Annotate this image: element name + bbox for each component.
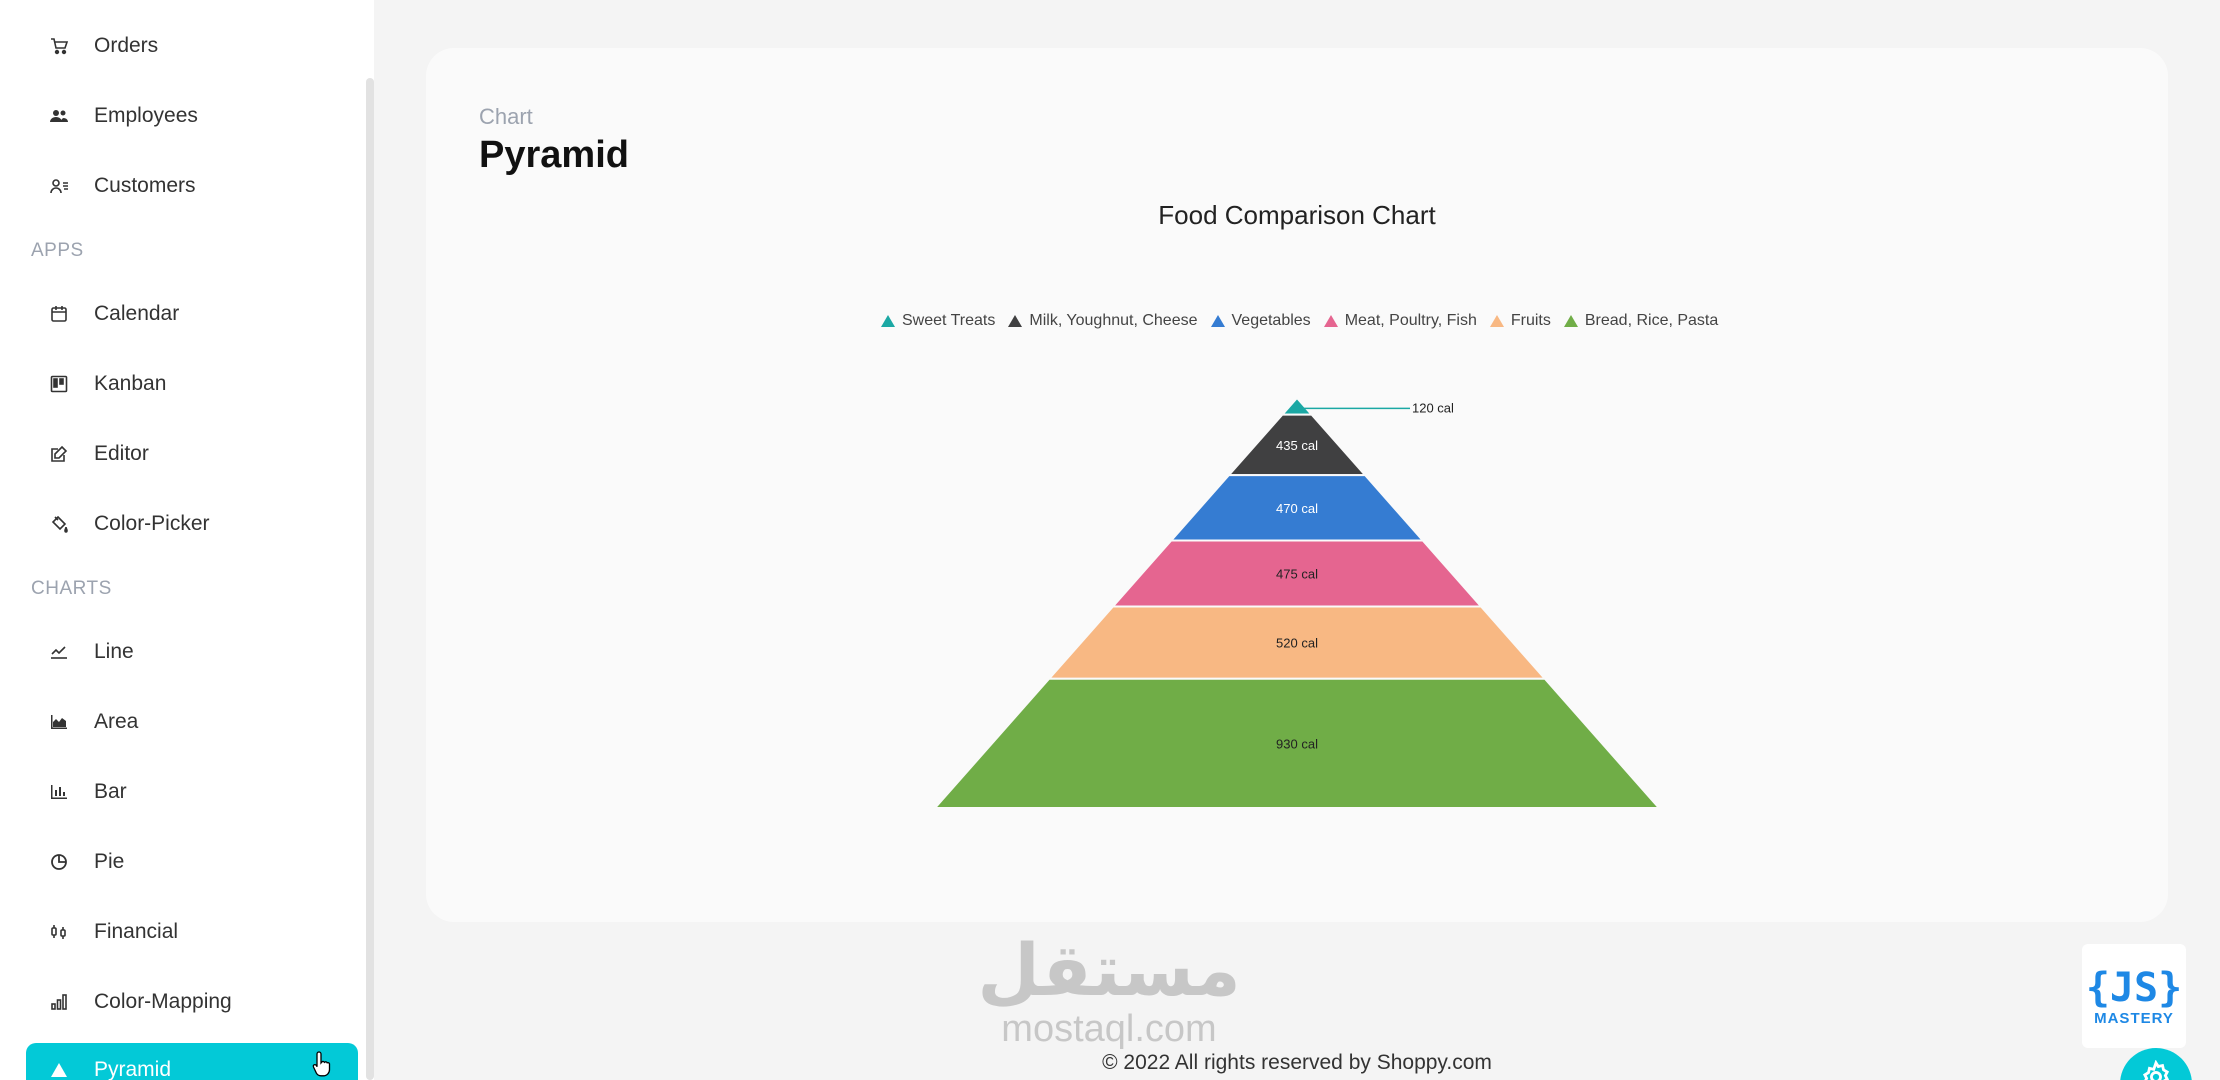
watermark: مستقل mostaql.com [972,930,1246,1055]
data-label: 475 cal [1276,566,1318,581]
gear-icon [2142,1060,2170,1080]
data-label: 520 cal [1276,636,1318,651]
watermark-latin: mostaql.com [1001,1008,1217,1050]
pyramid-segment[interactable] [1280,396,1314,416]
logo-js-text: {JS} [2085,964,2183,1011]
data-label: 470 cal [1276,501,1318,516]
pyramid-chart: 120 cal 435 cal 470 cal 475 cal 520 cal 930 c… [932,396,1662,809]
data-label: 435 cal [1276,438,1318,453]
watermark-arabic: مستقل [977,928,1241,1012]
js-mastery-logo: {JS} MASTERY [2082,944,2186,1048]
logo-mastery-text: MASTERY [2094,1009,2174,1027]
data-label: 930 cal [1276,736,1318,751]
data-label: 120 cal [1412,400,1454,415]
